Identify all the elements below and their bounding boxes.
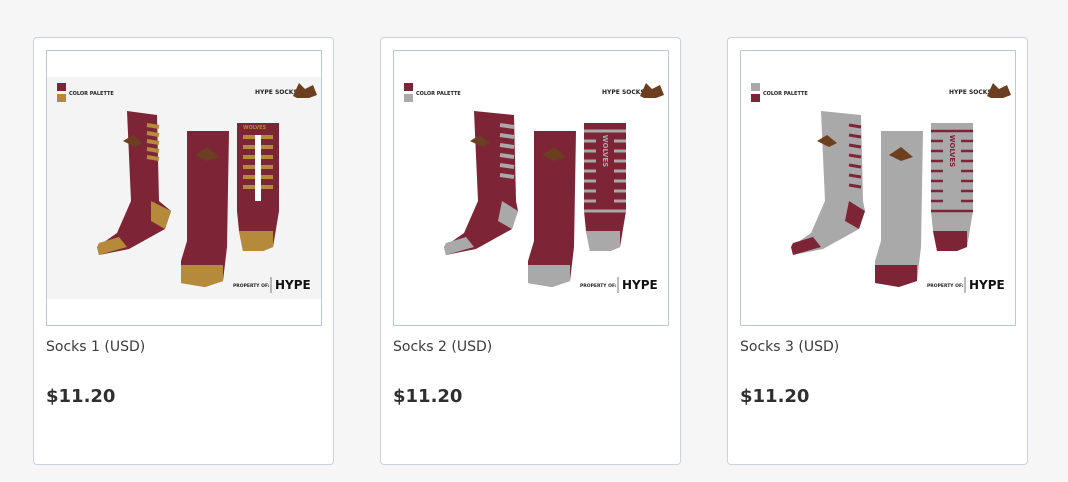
product-image[interactable]: COLOR PALETTE HYPE SOCKS WOLVES PROPERTY… — [393, 50, 669, 326]
product-name[interactable]: Socks 2 (USD) — [393, 339, 492, 355]
sock-mockup: COLOR PALETTE HYPE SOCKS WOLVES PROPERTY… — [394, 77, 668, 299]
hype-logo: HYPE — [969, 278, 1005, 292]
product-card[interactable]: COLOR PALETTE HYPE SOCKS WOLVES PROPERTY… — [33, 37, 334, 465]
palette-label: COLOR PALETTE — [416, 91, 461, 97]
brand-label: HYPE SOCKS — [255, 89, 298, 96]
product-name[interactable]: Socks 3 (USD) — [740, 339, 839, 355]
palette-swatch — [751, 94, 760, 102]
product-price: $11.20 — [46, 386, 116, 407]
product-image[interactable]: COLOR PALETTE HYPE SOCKS WOLVES PROPERTY… — [46, 50, 322, 326]
palette-label: COLOR PALETTE — [69, 91, 114, 97]
brand-label: HYPE SOCKS — [602, 89, 645, 96]
sock-mockup: COLOR PALETTE HYPE SOCKS WOLVES PROPERTY… — [47, 77, 321, 299]
sock-mockup: COLOR PALETTE HYPE SOCKS WOLVES PROPERTY… — [741, 77, 1015, 299]
hype-logo: HYPE — [622, 278, 658, 292]
product-grid: COLOR PALETTE HYPE SOCKS WOLVES PROPERTY… — [0, 0, 1068, 482]
palette-swatch — [57, 83, 66, 91]
product-name[interactable]: Socks 1 (USD) — [46, 339, 145, 355]
palette-swatch — [404, 83, 413, 91]
product-price: $11.20 — [393, 386, 463, 407]
palette-swatch — [751, 83, 760, 91]
team-word: WOLVES — [601, 135, 609, 167]
product-price: $11.20 — [740, 386, 810, 407]
property-label: PROPERTY OF: — [233, 283, 270, 289]
product-card[interactable]: COLOR PALETTE HYPE SOCKS WOLVES PROPERTY… — [380, 37, 681, 465]
palette-label: COLOR PALETTE — [763, 91, 808, 97]
palette-swatch — [57, 94, 66, 102]
brand-label: HYPE SOCKS — [949, 89, 992, 96]
property-label: PROPERTY OF: — [580, 283, 617, 289]
property-label: PROPERTY OF: — [927, 283, 964, 289]
product-image[interactable]: COLOR PALETTE HYPE SOCKS WOLVES PROPERTY… — [740, 50, 1016, 326]
product-card[interactable]: COLOR PALETTE HYPE SOCKS WOLVES PROPERTY… — [727, 37, 1028, 465]
hype-logo: HYPE — [275, 278, 311, 292]
team-word: WOLVES — [243, 125, 267, 131]
palette-swatch — [404, 94, 413, 102]
team-word: WOLVES — [948, 135, 956, 167]
